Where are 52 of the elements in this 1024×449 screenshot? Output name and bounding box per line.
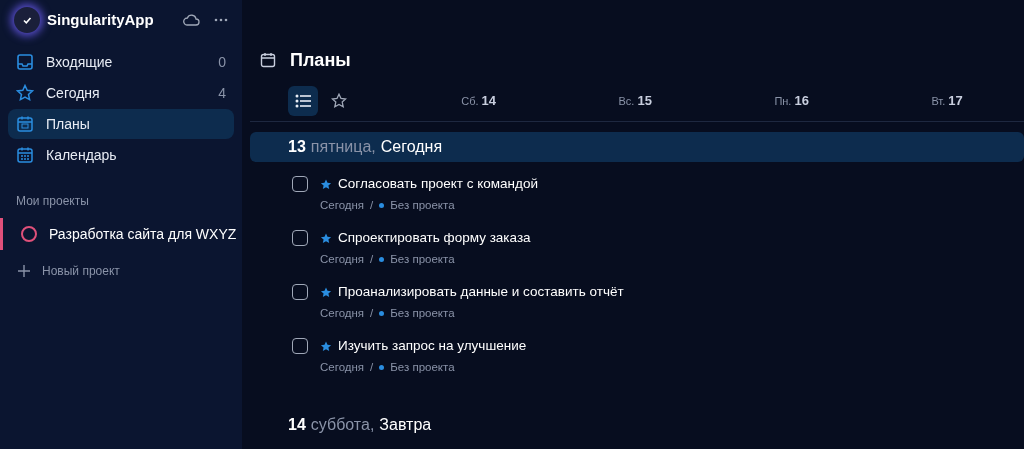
task-date: Сегодня — [320, 306, 365, 322]
task-title[interactable]: Согласовать проект с командой — [338, 174, 538, 195]
dot-icon — [379, 311, 385, 317]
task-title[interactable]: Изучить запрос на улучшение — [338, 336, 527, 357]
sidebar-item[interactable]: Сегодня 4 — [8, 78, 234, 108]
checkbox[interactable] — [292, 230, 308, 247]
project-item[interactable]: Разработка сайта для WXYZ — [0, 218, 242, 250]
task-date: Сегодня — [320, 198, 365, 214]
inbox-icon — [16, 53, 34, 71]
task-date: Сегодня — [320, 360, 365, 376]
task-date: Сегодня — [320, 252, 365, 268]
star-icon — [16, 84, 34, 102]
sidebar-item[interactable]: Календарь — [8, 140, 234, 170]
logo-icon — [14, 7, 40, 33]
task-project: Без проекта — [390, 306, 455, 322]
calendar-icon — [260, 52, 276, 68]
checkbox[interactable] — [292, 338, 308, 355]
week-day[interactable]: Вс. 15 — [618, 90, 652, 111]
dot-icon — [379, 203, 385, 209]
task-title[interactable]: Проанализировать данные и составить отчёт — [338, 282, 624, 303]
task-project: Без проекта — [390, 252, 455, 268]
dot-icon — [379, 365, 385, 371]
separator: / — [370, 252, 374, 268]
app-name: SingularityApp — [47, 9, 154, 30]
section-title: Мои проекты — [15, 193, 90, 210]
separator: / — [370, 306, 374, 322]
page-title: Планы — [290, 48, 351, 72]
circle-icon — [21, 226, 37, 242]
star-icon — [331, 92, 347, 109]
calendar-icon — [16, 146, 34, 164]
sidebar-item[interactable]: Планы — [8, 109, 234, 139]
day-header: 14 суббота, Завтра — [287, 415, 433, 435]
more-icon[interactable] — [214, 18, 228, 22]
task-project: Без проекта — [390, 360, 455, 376]
week-day[interactable]: Вт. 17 — [931, 90, 963, 111]
plus-icon — [18, 265, 30, 277]
sidebar-item[interactable]: Входящие 0 — [8, 47, 234, 77]
task-project: Без проекта — [390, 198, 455, 214]
list-icon — [295, 93, 311, 108]
day-header: 13 пятница, Сегодня — [250, 132, 1024, 162]
separator: / — [370, 360, 374, 376]
calendar-icon — [16, 115, 34, 133]
separator: / — [370, 198, 374, 214]
checkbox[interactable] — [292, 284, 308, 301]
week-day[interactable]: Сб. 14 — [461, 90, 497, 111]
task-title[interactable]: Спроектировать форму заказа — [338, 228, 531, 249]
checkbox[interactable] — [292, 176, 308, 193]
list-view-button[interactable] — [288, 85, 318, 116]
new-project-link[interactable]: Новый проект — [42, 262, 120, 280]
dot-icon — [379, 257, 385, 263]
week-day[interactable]: Пн. 16 — [774, 90, 809, 111]
cloud-icon[interactable] — [182, 12, 200, 28]
